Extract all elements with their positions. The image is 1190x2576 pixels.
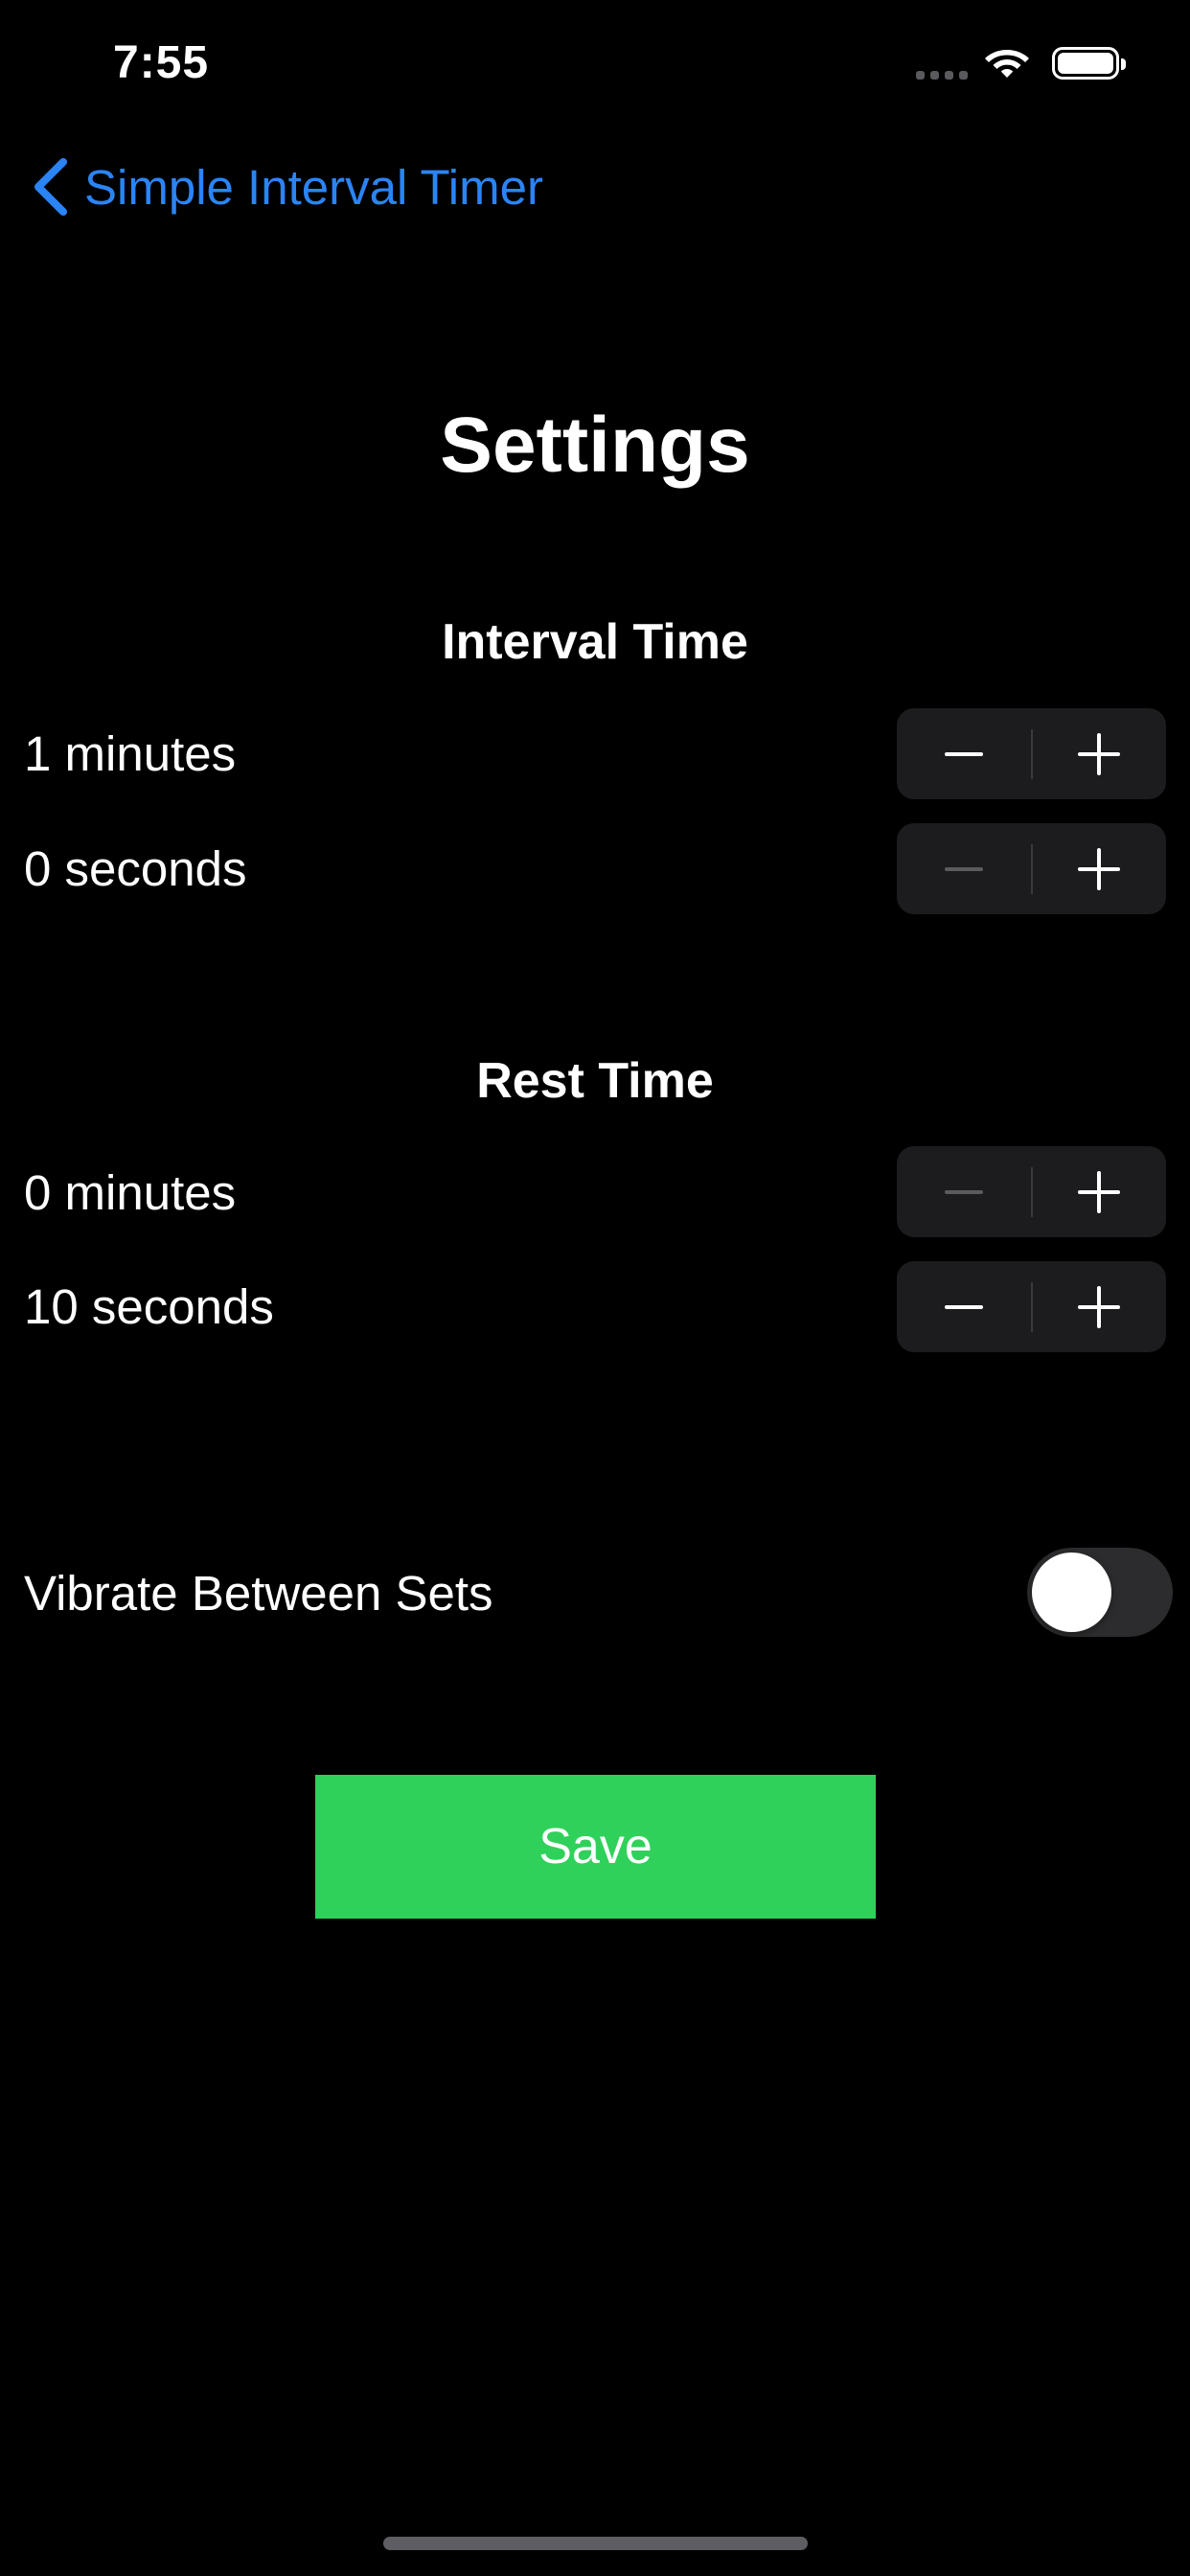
interval-time-heading: Interval Time: [442, 614, 748, 670]
minus-icon: [944, 866, 983, 871]
plus-icon: [1078, 1285, 1121, 1328]
home-indicator: [383, 2537, 808, 2550]
rest-minutes-stepper[interactable]: [897, 1146, 1166, 1237]
plus-icon: [1078, 1170, 1121, 1213]
minus-icon: [944, 1189, 983, 1194]
rest-time-heading: Rest Time: [476, 1053, 714, 1109]
rest-seconds-stepper[interactable]: [897, 1261, 1166, 1352]
interval-minutes-stepper[interactable]: [897, 708, 1166, 799]
back-button[interactable]: Simple Interval Timer: [31, 153, 543, 220]
interval-minutes-decrement-button[interactable]: [897, 708, 1031, 799]
rest-seconds-decrement-button[interactable]: [897, 1261, 1031, 1352]
rest-minutes-label: 0 minutes: [24, 1165, 237, 1220]
interval-seconds-decrement-button[interactable]: [897, 823, 1031, 914]
vibrate-label: Vibrate Between Sets: [24, 1566, 493, 1621]
toggle-knob: [1032, 1552, 1111, 1632]
interval-minutes-increment-button[interactable]: [1033, 708, 1167, 799]
rest-minutes-increment-button[interactable]: [1033, 1146, 1167, 1237]
chevron-left-icon: [34, 158, 67, 216]
rest-seconds-label: 10 seconds: [24, 1279, 274, 1334]
battery-icon: [1052, 47, 1126, 80]
back-button-label: Simple Interval Timer: [84, 159, 543, 215]
rest-minutes-decrement-button[interactable]: [897, 1146, 1031, 1237]
interval-seconds-stepper[interactable]: [897, 823, 1166, 914]
interval-seconds-increment-button[interactable]: [1033, 823, 1167, 914]
cellular-signal-icon: [916, 71, 968, 80]
plus-icon: [1078, 847, 1121, 890]
minus-icon: [944, 751, 983, 756]
page-title: Settings: [440, 402, 750, 489]
save-button[interactable]: Save: [315, 1775, 876, 1919]
status-time: 7:55: [113, 37, 210, 88]
rest-seconds-increment-button[interactable]: [1033, 1261, 1167, 1352]
wifi-icon: [985, 50, 1029, 78]
minus-icon: [944, 1304, 983, 1309]
vibrate-toggle[interactable]: [1027, 1548, 1173, 1637]
plus-icon: [1078, 732, 1121, 775]
interval-seconds-label: 0 seconds: [24, 841, 247, 896]
interval-minutes-label: 1 minutes: [24, 726, 237, 781]
